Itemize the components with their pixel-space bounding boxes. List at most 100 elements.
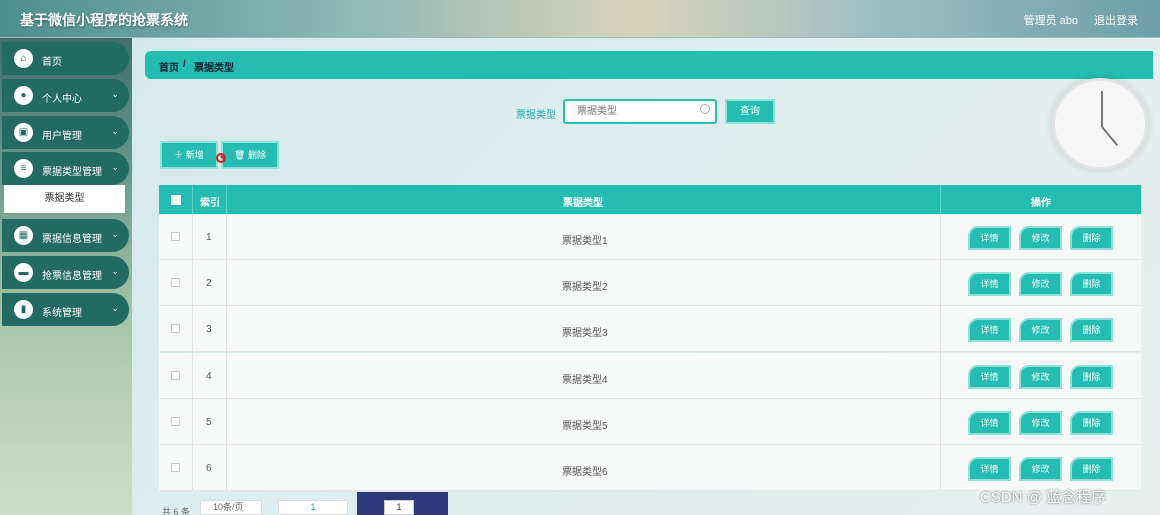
list-icon: ≡ <box>14 159 33 178</box>
sidebar-item-label: 抢票信息管理 <box>42 271 102 282</box>
clock-hand <box>1101 126 1119 147</box>
page-size-select[interactable]: 10条/页 <box>200 500 262 515</box>
sidebar-item-ticket-info-mgmt[interactable]: ▦ 票据信息管理 ⌄ <box>2 219 129 252</box>
column-divider <box>940 399 941 444</box>
batch-delete-button[interactable]: 🗑 删除 <box>221 141 279 169</box>
row-checkbox[interactable] <box>171 278 180 287</box>
delete-button[interactable]: 删除 <box>1070 226 1113 250</box>
chevron-down-icon: ⌄ <box>111 162 119 172</box>
sidebar-subitem-ticket-type[interactable]: 票据类型 <box>4 185 125 213</box>
sidebar-item-label: 用户管理 <box>42 131 82 142</box>
column-divider <box>940 214 941 259</box>
detail-button[interactable]: 详情 <box>968 318 1011 342</box>
pager-jump-input[interactable]: 1 <box>384 500 414 515</box>
column-divider <box>940 185 941 214</box>
row-ticket-type: 票据类型5 <box>562 421 608 432</box>
sidebar-item-ticket-type-mgmt[interactable]: ≡ 票据类型管理 ⌄ <box>2 152 129 185</box>
bar-chart-icon: ▮ <box>14 300 33 319</box>
row-checkbox[interactable] <box>171 324 180 333</box>
column-header-ops: 操作 <box>1031 198 1051 209</box>
column-divider <box>940 306 941 351</box>
admin-user-label: 管理员 abo <box>1023 15 1078 27</box>
row-checkbox[interactable] <box>171 463 180 472</box>
column-divider <box>192 260 193 305</box>
edit-button[interactable]: 修改 <box>1019 411 1062 435</box>
table-row: 2 票据类型2 详情 修改 删除 <box>159 260 1141 306</box>
column-divider <box>940 353 941 398</box>
row-index: 6 <box>206 463 212 474</box>
sidebar: ⌂ 首页 ● 个人中心 ⌄ ▣ 用户管理 ⌄ ≡ 票据类型管理 ⌄ 票据类型 ▦… <box>0 38 132 515</box>
chat-icon: ▬ <box>14 263 33 282</box>
column-divider <box>226 214 227 259</box>
search-icon <box>700 104 710 114</box>
sidebar-item-users[interactable]: ▣ 用户管理 ⌄ <box>2 116 129 149</box>
row-ticket-type: 票据类型4 <box>562 375 608 386</box>
edit-button[interactable]: 修改 <box>1019 457 1062 481</box>
column-divider <box>226 260 227 305</box>
column-divider <box>192 214 193 259</box>
column-divider <box>192 353 193 398</box>
row-ticket-type: 票据类型1 <box>562 236 608 247</box>
add-button[interactable]: ＋ 新增 <box>160 141 218 169</box>
table-row: 4 票据类型4 详情 修改 删除 <box>159 353 1141 399</box>
edit-button[interactable]: 修改 <box>1019 365 1062 389</box>
sidebar-item-label: 票据信息管理 <box>42 234 102 245</box>
table-row: 3 票据类型3 详情 修改 删除 <box>159 306 1141 352</box>
column-header-type: 票据类型 <box>563 198 603 209</box>
detail-button[interactable]: 详情 <box>968 411 1011 435</box>
chevron-down-icon: ⌄ <box>111 266 119 276</box>
column-divider <box>226 185 227 214</box>
edit-button[interactable]: 修改 <box>1019 272 1062 296</box>
row-index: 3 <box>206 324 212 335</box>
home-icon: ⌂ <box>14 49 33 68</box>
chevron-down-icon: ⌄ <box>111 89 119 99</box>
detail-button[interactable]: 详情 <box>968 226 1011 250</box>
detail-button[interactable]: 详情 <box>968 272 1011 296</box>
table-row: 5 票据类型5 详情 修改 删除 <box>159 399 1141 445</box>
sidebar-item-profile[interactable]: ● 个人中心 ⌄ <box>2 79 129 112</box>
sidebar-item-grab-info-mgmt[interactable]: ▬ 抢票信息管理 ⌄ <box>2 256 129 289</box>
delete-button[interactable]: 删除 <box>1070 411 1113 435</box>
column-divider <box>226 445 227 490</box>
search-input[interactable] <box>563 99 717 124</box>
edit-button[interactable]: 修改 <box>1019 226 1062 250</box>
detail-button[interactable]: 详情 <box>968 457 1011 481</box>
delete-button[interactable]: 删除 <box>1070 272 1113 296</box>
column-divider <box>940 445 941 490</box>
row-ticket-type: 票据类型2 <box>562 282 608 293</box>
row-ticket-type: 票据类型6 <box>562 467 608 478</box>
pager-current-page[interactable]: 1 <box>278 500 348 515</box>
column-divider <box>226 306 227 351</box>
watermark: CSDN @ 蓝念程序 <box>980 489 1107 506</box>
detail-button[interactable]: 详情 <box>968 365 1011 389</box>
clock-decoration <box>1052 78 1148 170</box>
row-checkbox[interactable] <box>171 232 180 241</box>
query-button[interactable]: 查询 <box>725 99 775 124</box>
sidebar-item-system-mgmt[interactable]: ▮ 系统管理 ⌄ <box>2 293 129 326</box>
select-all-checkbox[interactable] <box>171 195 181 205</box>
clock-hand <box>1101 91 1103 127</box>
row-index: 1 <box>206 232 212 243</box>
column-divider <box>192 185 193 214</box>
row-checkbox[interactable] <box>171 417 180 426</box>
breadcrumb-separator: / <box>183 59 186 70</box>
row-index: 2 <box>206 278 212 289</box>
chevron-down-icon: ⌄ <box>111 229 119 239</box>
breadcrumb-current: 票据类型 <box>194 63 234 74</box>
delete-button[interactable]: 删除 <box>1070 318 1113 342</box>
sidebar-item-home[interactable]: ⌂ 首页 <box>2 42 129 75</box>
app-title: 基于微信小程序的抢票系统 <box>20 12 188 28</box>
sidebar-item-label: 票据类型管理 <box>42 167 102 178</box>
delete-button[interactable]: 删除 <box>1070 457 1113 481</box>
logout-link[interactable]: 退出登录 <box>1094 12 1138 28</box>
row-ticket-type: 票据类型3 <box>562 328 608 339</box>
column-divider <box>226 399 227 444</box>
row-checkbox[interactable] <box>171 371 180 380</box>
breadcrumb-home[interactable]: 首页 <box>159 59 179 74</box>
search-label: 票据类型 <box>516 110 556 121</box>
edit-button[interactable]: 修改 <box>1019 318 1062 342</box>
table-row: 6 票据类型6 详情 修改 删除 <box>159 445 1141 491</box>
row-index: 5 <box>206 417 212 428</box>
delete-button[interactable]: 删除 <box>1070 365 1113 389</box>
table-row: 1 票据类型1 详情 修改 删除 <box>159 214 1141 260</box>
